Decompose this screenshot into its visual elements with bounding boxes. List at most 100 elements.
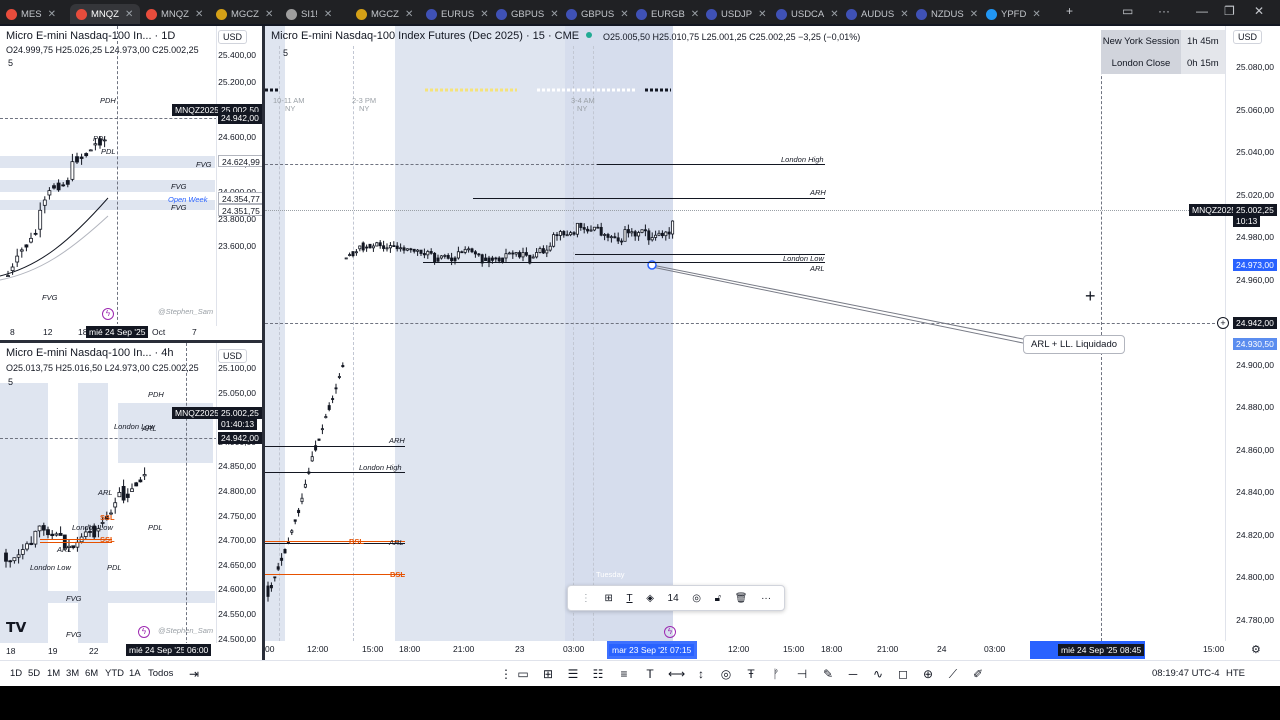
settings-gear-icon[interactable]: ⚙ [1251,643,1261,656]
browser-tab[interactable]: USDJP ✕ [700,4,770,24]
tab-close-icon[interactable]: ✕ [48,9,56,20]
browser-tab[interactable]: MGCZ ✕ [210,4,280,24]
tab-close-icon[interactable]: ✕ [970,9,978,20]
browser-tab[interactable]: GBPUS ✕ [490,4,560,24]
tab-close-icon[interactable]: ✕ [691,9,699,20]
settings-icon[interactable]: ◎ [692,593,701,604]
measure-icon[interactable]: ⊣ [794,666,810,682]
timeframe-button[interactable]: 1D [10,668,22,679]
minimize-icon[interactable]: — [1196,4,1208,18]
timeframe-button[interactable]: 1M [47,668,60,679]
browser-tab[interactable]: MGCZ ✕ [350,4,420,24]
delete-icon[interactable]: 🗑︎ [735,593,748,604]
lightning-event-icon[interactable]: ϟ [102,308,114,320]
utc-clock[interactable]: 08:19:47 UTC-4 [1152,668,1220,679]
close-window-icon[interactable]: ✕ [1254,4,1264,18]
currency-selector[interactable]: USD [218,30,248,44]
market-status-icon[interactable] [586,32,592,38]
browser-tab[interactable]: EURGB ✕ [630,4,700,24]
tab-close-icon[interactable]: ✕ [1032,9,1040,20]
price-scale[interactable]: 25.400,0025.200,0024.800,0024.600,0024.2… [216,26,262,326]
text-annotation-icon[interactable]: Ŧ [743,666,759,682]
currency-selector[interactable]: USD [1233,30,1263,44]
browser-tab[interactable]: MES ✕ [0,4,70,24]
timeframe-button[interactable]: 5D [28,668,40,679]
tab-close-icon[interactable]: ✕ [830,9,838,20]
brush-icon[interactable]: ✎ [820,666,836,682]
callout-icon[interactable]: ◻ [895,666,911,682]
rectangle-tool-icon[interactable]: ▭ [515,666,531,682]
chart-4h[interactable]: Micro E-mini Nasdaq-100 In... · 4h O25.0… [0,343,262,660]
grid-tool-icon[interactable]: ⊞ [540,666,556,682]
lightning-event-icon[interactable]: ϟ [138,626,150,638]
vertical-line-icon[interactable]: ↕ [693,666,709,682]
restore-icon[interactable]: ❐ [1224,4,1235,18]
lightning-event-icon[interactable]: ϟ [664,626,676,638]
cast-icon[interactable]: ▭ [1122,4,1133,18]
indicator-count[interactable]: 5 [283,48,288,58]
chart-title[interactable]: Micro E-mini Nasdaq-100 In... · 4h [6,347,174,359]
browser-tab[interactable]: SI1! ✕ [280,4,350,24]
date-range-icon[interactable]: ⇥ [186,666,202,682]
position-tool-icon[interactable]: ☰ [565,666,581,682]
browser-tab[interactable]: MNQZ ✕ [140,4,210,24]
chart-daily[interactable]: Micro E-mini Nasdaq-100 In... · 1D O24.9… [0,26,262,340]
chart-title[interactable]: Micro E-mini Nasdaq-100 In... · 1D [6,30,175,42]
session-mode[interactable]: HTE [1226,668,1245,679]
browser-tab[interactable]: YPFD ✕ [980,4,1050,24]
timeframe-button[interactable]: 6M [85,668,98,679]
text-tool-icon[interactable]: T [642,666,658,682]
tab-close-icon[interactable]: ✕ [480,9,488,20]
timeframe-button[interactable]: YTD [105,668,124,679]
currency-selector[interactable]: USD [218,349,248,363]
indicator-count[interactable]: 5 [8,58,13,68]
more-icon[interactable]: ··· [761,593,771,604]
lock-icon[interactable]: 🔓︎ [715,593,721,604]
tab-close-icon[interactable]: ✕ [550,9,558,20]
chart-title[interactable]: Micro E-mini Nasdaq-100 Index Futures (D… [271,30,579,42]
browser-tab[interactable]: EURUS ✕ [420,4,490,24]
browser-tab[interactable]: USDCA ✕ [770,4,840,24]
anchored-text-icon[interactable]: ⊕ [920,666,936,682]
drag-handle-icon[interactable]: ⋮ [581,593,591,604]
font-size-selector[interactable]: 14 [668,593,679,604]
price-scale[interactable]: 25.100,0025.050,0024.950,0024.900,0024.8… [216,343,262,644]
freehand-icon[interactable]: ✐ [970,666,986,682]
lines-tool-icon[interactable]: ≡ [616,666,632,682]
browser-tab[interactable]: MNQZ ✕ [70,4,140,24]
browser-tab[interactable]: GBPUS ✕ [560,4,630,24]
tab-close-icon[interactable]: ✕ [195,9,203,20]
horizontal-line-icon[interactable]: ⟷ [668,666,685,682]
pitchfork-icon[interactable]: ᚠ [768,666,784,682]
indicator-count[interactable]: 5 [8,377,13,387]
tab-close-icon[interactable]: ✕ [324,9,332,20]
candle-body [303,483,307,488]
add-alert-icon[interactable]: + [1217,317,1229,329]
tab-close-icon[interactable]: ✕ [758,9,766,20]
tab-close-icon[interactable]: ✕ [620,9,628,20]
tab-close-icon[interactable]: ✕ [125,9,133,20]
price-scale[interactable]: 25.080,00 25.060,00 25.040,00 25.020,00 24.9… [1225,26,1280,641]
drag-handle-icon[interactable]: ⋮ [498,666,514,682]
circle-tool-icon[interactable]: ◎ [718,666,734,682]
trend-line-icon[interactable]: ─ [845,666,861,682]
ray-icon[interactable]: ⟋ [945,666,961,682]
tab-close-icon[interactable]: ✕ [265,9,273,20]
fill-color-icon[interactable]: ◈ [646,593,654,604]
browser-tab[interactable]: AUDUS ✕ [840,4,910,24]
position-tool-icon[interactable]: ☷ [590,666,606,682]
timeframe-button[interactable]: 1A [129,668,141,679]
template-icon[interactable]: ⊞ [604,593,612,604]
more-icon[interactable]: ··· [1158,4,1170,18]
text-color-icon[interactable]: T [626,593,632,604]
timeframe-button[interactable]: 3M [66,668,79,679]
tab-close-icon[interactable]: ✕ [900,9,908,20]
chart-main-15m[interactable]: London High ARH London Low ARL ARH Londo… [265,26,1280,660]
new-tab-icon[interactable]: + [1066,4,1073,18]
session-market-label: NY [577,104,588,113]
browser-tab[interactable]: NZDUS ✕ [910,4,980,24]
tab-close-icon[interactable]: ✕ [405,9,413,20]
annotation-callout[interactable]: ARL + LL. Liquidado [1023,335,1126,354]
path-icon[interactable]: ∿ [870,666,886,682]
timeframe-button[interactable]: Todos [148,668,173,679]
